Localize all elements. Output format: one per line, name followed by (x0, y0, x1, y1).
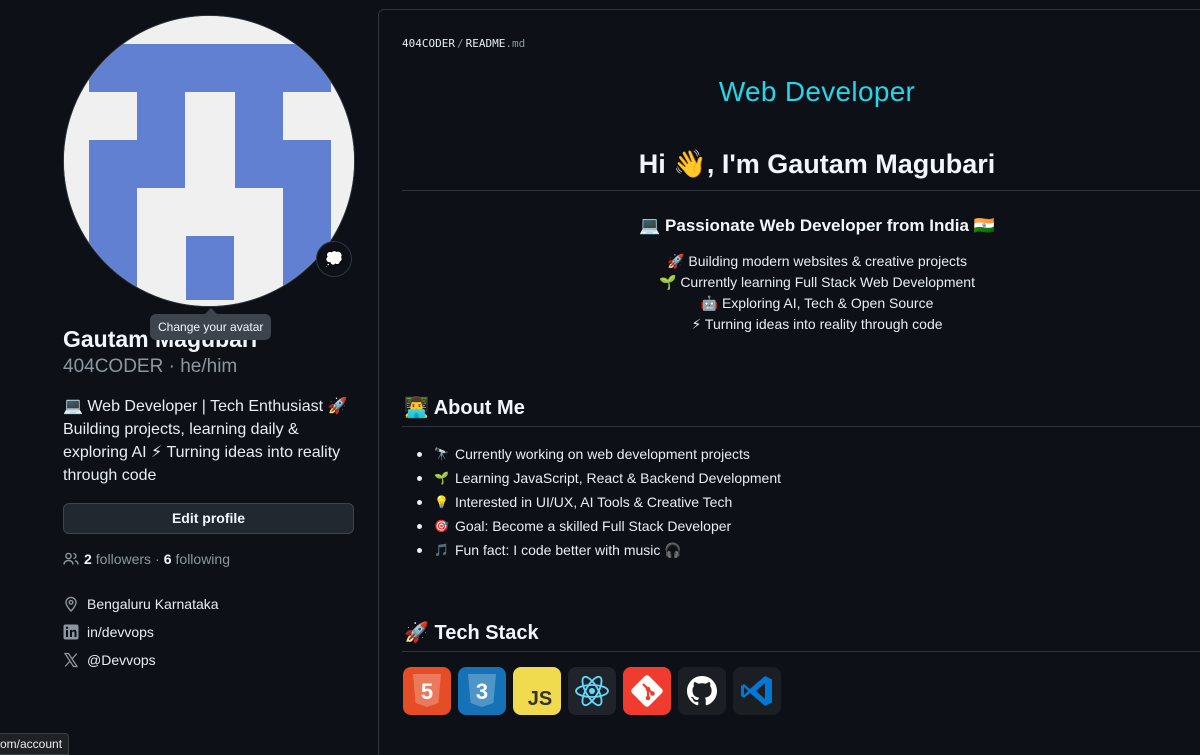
readme-breadcrumb: 404CODER / README.md (402, 37, 525, 50)
github-octocat (687, 676, 717, 706)
highlight-line: 🚀 Building modern websites & creative pr… (667, 253, 967, 269)
list-item: 🌱 Learning JavaScript, React & Backend De… (417, 466, 781, 490)
location-pin-icon (65, 596, 77, 612)
dot-separator: · (155, 551, 160, 567)
telescope-icon: 🔭 (434, 447, 449, 461)
following-link[interactable]: 6 following (164, 551, 230, 567)
about-list: 🔭 Currently working on web development pr… (417, 442, 781, 562)
profile-pronouns: he/him (180, 356, 238, 377)
profile-page: 💭 Gautam Magubari Change your avatar 404… (0, 0, 1200, 755)
highlight-line: 🤖 Exploring AI, Tech & Open Source (700, 295, 934, 311)
people-icon (63, 552, 79, 565)
about-heading: 👨‍💻 About Me (404, 397, 525, 419)
avatar[interactable] (63, 15, 355, 307)
vscode-icon[interactable] (733, 667, 781, 715)
followers-label: followers (95, 551, 152, 567)
about-divider (402, 426, 1200, 427)
seedling-icon: 🌱 (434, 471, 449, 485)
bio-line: through code (63, 467, 157, 484)
css3-icon[interactable]: 3 (458, 667, 506, 715)
heading-divider (402, 190, 1200, 191)
twitter-link[interactable]: @Devvops (87, 652, 156, 668)
music-note-icon: 🎵 (434, 543, 449, 557)
git-glyph (631, 675, 663, 707)
typing-text: Web Developer (718, 76, 916, 107)
html5-shield: 5 (413, 674, 441, 707)
bio-line: Building projects, learning daily & (63, 421, 299, 438)
highlight-line: 🌱 Currently learning Full Stack Web Deve… (659, 274, 975, 290)
breadcrumb-slash: / (456, 37, 464, 50)
breadcrumb-ext: .md (505, 37, 526, 50)
breadcrumb-owner[interactable]: 404CODER (402, 37, 455, 50)
html5-label: 5 (421, 679, 433, 704)
profile-handle: 404CODER · he/him (63, 356, 237, 378)
bio-line: exploring AI ⚡ Turning ideas into realit… (63, 444, 341, 461)
list-item: 🎯 Goal: Become a skilled Full Stack Devel… (417, 514, 781, 538)
target-icon: 🎯 (434, 519, 449, 533)
javascript-label: JS (528, 688, 552, 710)
status-bar-url: om/account (0, 733, 70, 755)
readme-panel: 404CODER / README.md Web Developer Hi 👋, I… (378, 9, 1200, 755)
highlight-line: ⚡ Turning ideas into reality through cod… (691, 316, 943, 332)
profile-bio: 💻 Web Developer | Tech Enthusiast 🚀 Buil… (63, 395, 355, 487)
tech-stack-heading: 🚀 Tech Stack (404, 622, 539, 644)
edit-profile-button[interactable]: Edit profile (63, 503, 354, 534)
follow-stats: 2 followers · 6 following (63, 551, 230, 567)
css3-shield: 3 (468, 674, 496, 707)
identicon-image (64, 16, 354, 306)
list-item-text: Currently working on web development pro… (454, 446, 750, 462)
avatar-tooltip: Change your avatar (150, 308, 272, 340)
tech-divider (402, 651, 1200, 652)
react-atom (575, 675, 609, 707)
avatar-container: 💭 (63, 15, 355, 307)
profile-username: 404CODER (63, 356, 164, 377)
css3-label: 3 (476, 679, 488, 704)
following-count: 6 (163, 551, 172, 567)
readme-greeting: Hi 👋, I'm Gautam Magubari (638, 149, 996, 179)
list-item-text: Fun fact: I code better with music 🎧 (454, 541, 682, 558)
followers-count: 2 (84, 551, 92, 567)
status-button[interactable]: 💭 (316, 241, 352, 277)
list-item: 🎵 Fun fact: I code better with music 🎧 (417, 538, 781, 562)
tech-stack-icons: 5 3 JS (403, 667, 781, 715)
list-item-text: Interested in UI/UX, AI Tools & Creative… (454, 494, 733, 510)
vscode-glyph (741, 676, 772, 706)
location-text: Bengaluru Karnataka (87, 596, 219, 612)
readme-tagline: 💻 Passionate Web Developer from India 🇮🇳 (639, 216, 995, 235)
profile-details: Bengaluru Karnataka in/devvops @Devvops (63, 590, 219, 674)
typing-banner: Web Developer (379, 76, 1200, 108)
html5-icon[interactable]: 5 (403, 667, 451, 715)
x-twitter-icon (63, 652, 79, 668)
list-item: 💡 Interested in UI/UX, AI Tools & Creativ… (417, 490, 781, 514)
javascript-icon[interactable]: JS (513, 667, 561, 715)
readme-highlights: 🚀 Building modern websites & creative pr… (379, 251, 1200, 335)
light-bulb-icon: 💡 (434, 495, 449, 509)
linkedin-icon (63, 624, 79, 640)
github-icon[interactable] (678, 667, 726, 715)
javascript-glyph: JS (528, 688, 552, 710)
handle-separator: · (168, 356, 181, 377)
breadcrumb-file[interactable]: README (466, 37, 506, 50)
thought-balloon-icon: 💭 (324, 250, 344, 268)
list-item-text: Goal: Become a skilled Full Stack Develo… (454, 518, 732, 534)
bio-line: 💻 Web Developer | Tech Enthusiast 🚀 (63, 398, 348, 415)
list-item: 🔭 Currently working on web development pr… (417, 442, 781, 466)
following-label: following (175, 551, 230, 567)
twitter-item[interactable]: @Devvops (63, 646, 219, 674)
react-icon[interactable] (568, 667, 616, 715)
linkedin-item[interactable]: in/devvops (63, 618, 219, 646)
git-icon[interactable] (623, 667, 671, 715)
linkedin-link[interactable]: in/devvops (87, 624, 154, 640)
list-item-text: Learning JavaScript, React & Backend Dev… (454, 470, 782, 486)
followers-link[interactable]: 2 followers (84, 551, 151, 567)
location-item: Bengaluru Karnataka (63, 590, 219, 618)
